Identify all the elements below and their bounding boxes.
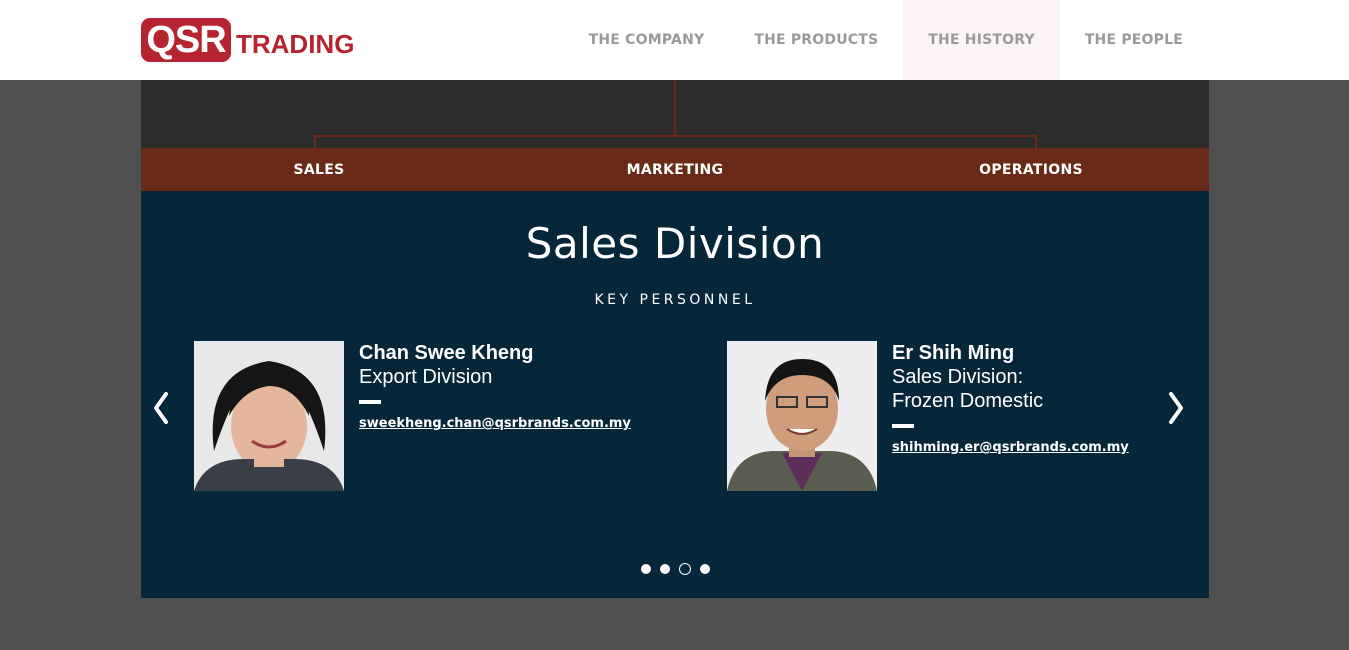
tree-lines	[314, 80, 1037, 148]
person-email-link[interactable]: shihming.er@qsrbrands.com.my	[892, 440, 1129, 455]
divider-dash	[892, 424, 914, 428]
tab-operations[interactable]: OPERATIONS	[853, 148, 1209, 191]
person-info: Chan Swee Kheng Export Division sweekhen…	[359, 341, 659, 432]
main-nav: THE COMPANY THE PRODUCTS THE HISTORY THE…	[564, 0, 1208, 80]
carousel-pagination	[141, 563, 1209, 575]
nav-the-products[interactable]: THE PRODUCTS	[729, 0, 903, 80]
carousel-dot-4[interactable]	[699, 564, 710, 574]
division-panel: Sales Division KEY PERSONNEL Chan Swee K…	[141, 191, 1209, 598]
division-tabs: SALES MARKETING OPERATIONS	[141, 148, 1209, 191]
carousel-dot-2[interactable]	[659, 564, 670, 574]
org-tree-connectors	[141, 80, 1209, 148]
divider-dash	[359, 400, 381, 404]
person-photo	[194, 341, 344, 491]
person-email-link[interactable]: sweekheng.chan@qsrbrands.com.my	[359, 416, 631, 431]
site-header: QSR TRADING THE COMPANY THE PRODUCTS THE…	[0, 0, 1349, 80]
tab-marketing[interactable]: MARKETING	[497, 148, 853, 191]
nav-the-people[interactable]: THE PEOPLE	[1060, 0, 1208, 80]
chevron-left-icon	[154, 392, 168, 424]
key-personnel-heading: KEY PERSONNEL	[594, 292, 756, 308]
carousel-dot-3[interactable]	[678, 563, 691, 575]
qsr-trading-logo[interactable]: QSR TRADING	[141, 18, 354, 62]
division-title: Sales Division	[525, 219, 825, 268]
carousel-prev-button[interactable]	[146, 388, 176, 428]
logo-mark: QSR	[141, 18, 231, 62]
carousel-dot-1[interactable]	[640, 564, 651, 574]
nav-the-history[interactable]: THE HISTORY	[903, 0, 1060, 80]
person-name: Er Shih Ming	[892, 342, 1015, 364]
nav-the-company[interactable]: THE COMPANY	[564, 0, 730, 80]
person-name: Chan Swee Kheng	[359, 342, 534, 364]
person-info: Er Shih Ming Sales Division: Frozen Dome…	[892, 341, 1192, 456]
person-role: Export Division	[359, 366, 493, 388]
logo-wordmark: TRADING	[236, 28, 355, 59]
carousel-next-button[interactable]	[1161, 388, 1191, 428]
person-photo	[727, 341, 877, 491]
chevron-right-icon	[1169, 392, 1183, 424]
person-role: Sales Division: Frozen Domestic	[892, 366, 1044, 412]
tab-sales[interactable]: SALES	[141, 148, 497, 191]
